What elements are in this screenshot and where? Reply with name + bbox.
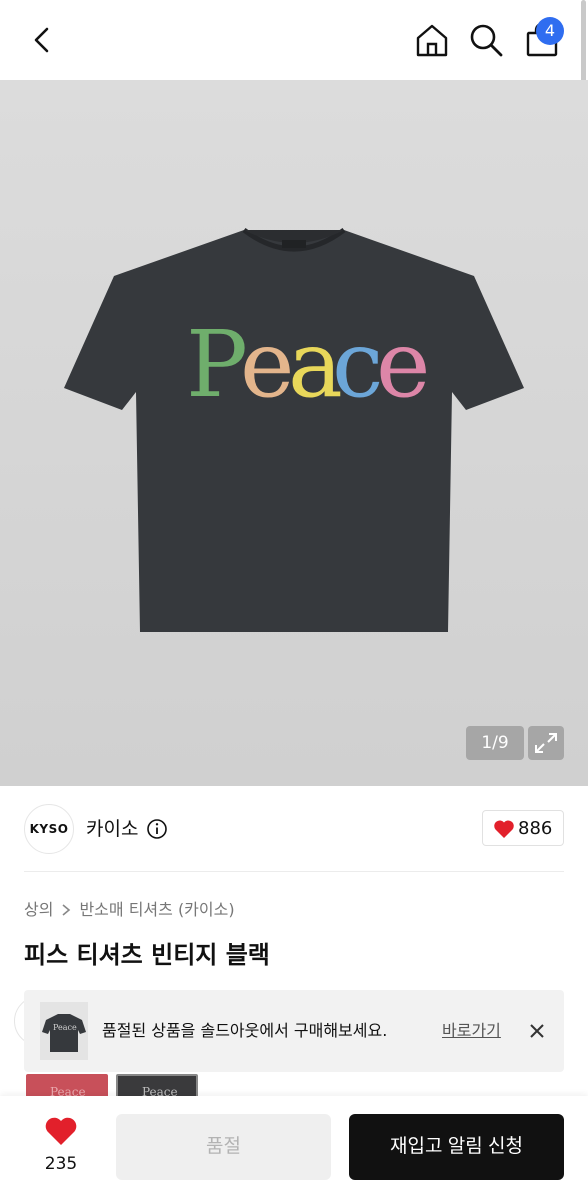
divider xyxy=(24,871,564,872)
heart-icon[interactable] xyxy=(44,1116,78,1146)
banner-product-thumbnail: Peace xyxy=(40,1002,88,1060)
chevron-right-icon xyxy=(62,904,71,916)
svg-text:e: e xyxy=(376,311,430,418)
back-arrow-icon[interactable] xyxy=(24,22,60,58)
info-icon[interactable] xyxy=(146,818,168,840)
soldout-banner-link[interactable]: 바로가기 xyxy=(442,1019,501,1043)
top-navigation-bar: 4 xyxy=(0,0,588,80)
brand-name[interactable]: 카이소 xyxy=(86,816,138,842)
heart-icon xyxy=(494,820,514,838)
svg-text:Peace: Peace xyxy=(53,1023,77,1032)
brand-logo[interactable]: KYSO xyxy=(24,804,74,854)
image-pager: 1/9 xyxy=(466,726,524,760)
print-letter-p: P xyxy=(186,311,248,418)
product-title: 피스 티셔츠 빈티지 블랙 xyxy=(24,941,270,969)
search-icon[interactable] xyxy=(466,20,506,60)
scrollbar[interactable] xyxy=(581,0,586,86)
svg-text:e: e xyxy=(240,311,294,418)
home-icon[interactable] xyxy=(412,20,452,60)
breadcrumb-category[interactable]: 상의 xyxy=(24,898,53,922)
product-tshirt-image: P e a c e xyxy=(64,228,524,632)
soldout-button[interactable]: 품절 xyxy=(116,1114,331,1180)
soldout-banner[interactable]: Peace 품절된 상품을 솔드아웃에서 구매해보세요. 바로가기 xyxy=(24,990,564,1072)
product-like-count: 235 xyxy=(44,1154,78,1174)
breadcrumb-subcategory[interactable]: 반소매 티셔츠 (카이소) xyxy=(79,898,234,922)
brand-like-button[interactable]: 886 xyxy=(482,810,564,846)
soldout-banner-message: 품절된 상품을 솔드아웃에서 구매해보세요. xyxy=(102,1021,388,1040)
product-image-carousel[interactable]: P e a c e 1/9 xyxy=(0,80,588,786)
restock-alert-button[interactable]: 재입고 알림 신청 xyxy=(349,1114,564,1180)
expand-icon[interactable] xyxy=(528,726,564,760)
close-icon[interactable] xyxy=(526,1020,548,1042)
brand-like-count: 886 xyxy=(518,818,553,839)
cart-count-badge: 4 xyxy=(536,17,564,45)
breadcrumb: 상의 반소매 티셔츠 (카이소) xyxy=(24,898,235,922)
